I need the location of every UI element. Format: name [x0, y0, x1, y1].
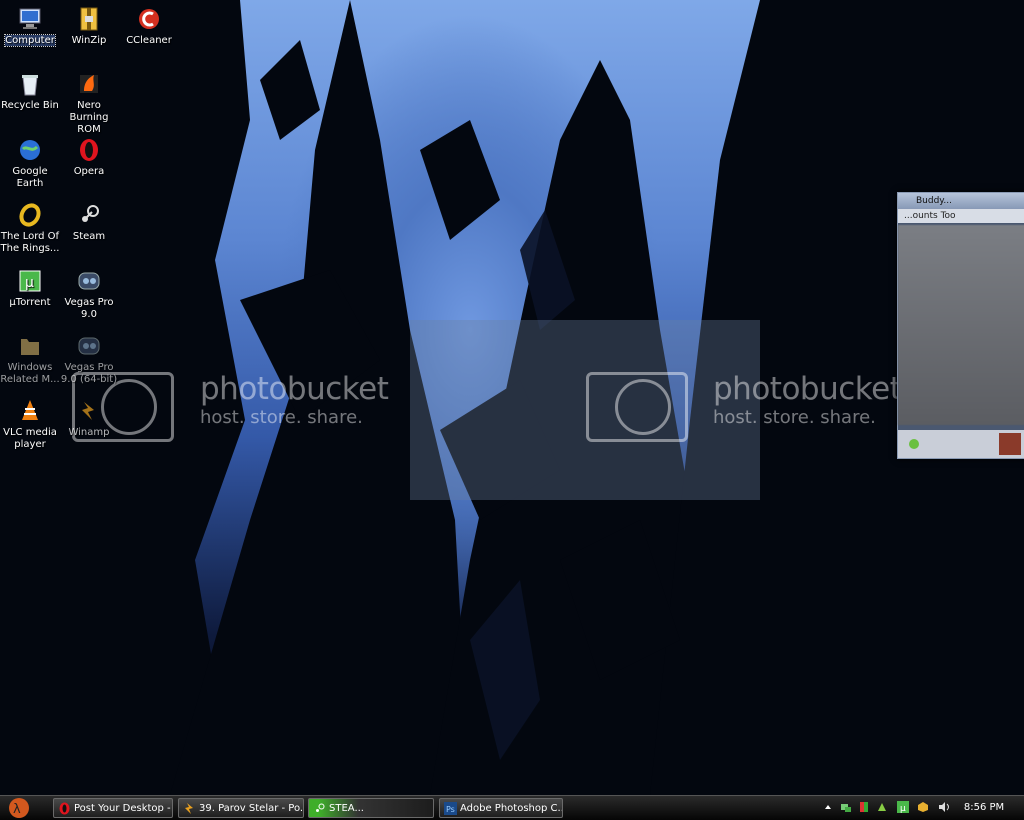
ccleaner-icon — [139, 9, 159, 29]
steam-icon — [316, 803, 325, 812]
opera-icon — [80, 139, 98, 161]
taskbar-button-steam[interactable]: STEA... — [308, 798, 434, 818]
desktop-icon-label: Steam — [72, 231, 106, 242]
taskbar-button-label: Adobe Photoshop C... — [460, 803, 563, 814]
taskbar-button-label: STEA... — [329, 803, 364, 814]
desktop-icon-vegas[interactable]: Vegas Pro 9.0 — [59, 268, 119, 321]
desktop-wallpaper: photobucket host. store. share. photobuc… — [0, 0, 1024, 795]
desktop-icon-label: Vegas Pro 9.0 (64-bit) — [60, 362, 118, 385]
desktop-icon-label: Windows Related M... — [0, 362, 60, 385]
desktop-icon-vegas-64[interactable]: Vegas Pro 9.0 (64-bit) — [59, 333, 119, 386]
nero-icon — [80, 75, 98, 93]
watermark-brand: photobucket — [713, 371, 902, 407]
buddy-window-menu-text: ...ounts Too — [904, 211, 956, 221]
desktop-icon-label: Opera — [73, 166, 105, 177]
desktop-icon-recycle-bin[interactable]: Recycle Bin — [0, 71, 60, 112]
svg-text:µ: µ — [900, 804, 906, 813]
winamp-icon — [82, 402, 94, 420]
desktop-icon-winzip[interactable]: WinZip — [59, 6, 119, 47]
taskbar-button-opera[interactable]: Post Your Desktop - ... — [53, 798, 173, 818]
winzip-icon — [80, 7, 98, 31]
desktop-icon-computer[interactable]: Computer — [0, 6, 60, 47]
svg-text:Ps: Ps — [446, 805, 455, 814]
buddy-list-window[interactable]: Buddy... ...ounts Too — [897, 192, 1024, 459]
buddy-list-content[interactable] — [898, 225, 1024, 425]
taskbar-button-label: 39. Parov Stelar - Po... — [199, 803, 304, 814]
desktop-icon-label: Vegas Pro 9.0 — [64, 297, 114, 320]
volume-icon[interactable] — [938, 801, 950, 813]
desktop-icon-nero[interactable]: Nero Burning ROM — [59, 71, 119, 136]
vegas-icon — [78, 272, 100, 290]
watermark-brand: photobucket — [200, 371, 389, 407]
svg-text:µ: µ — [25, 275, 34, 291]
status-available-icon[interactable] — [908, 438, 920, 450]
google-earth-icon — [20, 140, 40, 160]
computer-icon — [19, 8, 41, 29]
watermark-right: photobucket host. store. share. — [713, 371, 902, 428]
security-icon[interactable] — [858, 801, 870, 813]
desktop-icon-label: µTorrent — [9, 297, 51, 308]
desktop-icon-label: Google Earth — [12, 166, 48, 189]
package-icon[interactable] — [917, 801, 929, 813]
taskbar-button-photoshop[interactable]: Ps Adobe Photoshop C... — [439, 798, 563, 818]
desktop-icon-label: CCleaner — [126, 35, 172, 46]
utorrent-icon: µ — [19, 270, 41, 292]
recycle-bin-icon — [22, 75, 38, 96]
ring-icon — [19, 203, 41, 227]
desktop-icon-label: Computer — [4, 34, 56, 47]
desktop-icon-ccleaner[interactable]: CCleaner — [119, 6, 179, 47]
watermark-tagline: host. store. share. — [200, 407, 363, 428]
desktop-icon-label: Winamp — [68, 427, 110, 438]
start-button[interactable]: λ — [3, 797, 35, 819]
desktop-icon-label: Nero Burning ROM — [69, 100, 109, 135]
winamp-icon — [185, 803, 193, 814]
desktop-icon-utorrent[interactable]: µ µTorrent — [0, 268, 60, 309]
utorrent-icon[interactable]: µ — [897, 801, 909, 813]
watermark-tagline: host. store. share. — [713, 407, 876, 428]
watermark-left: photobucket host. store. share. — [200, 371, 389, 428]
buddy-window-title: Buddy... — [916, 196, 952, 206]
desktop-icon-label: Recycle Bin — [1, 100, 59, 111]
photoshop-icon: Ps — [444, 802, 457, 815]
desktop-icon-vlc[interactable]: VLC media player — [0, 398, 60, 451]
desktop-icon-winamp[interactable]: Winamp — [59, 398, 119, 439]
steam-icon — [82, 205, 99, 222]
svg-text:λ: λ — [13, 802, 21, 817]
opera-icon — [59, 802, 70, 815]
network-icon[interactable] — [840, 801, 852, 813]
buddy-window-menubar[interactable]: ...ounts Too — [898, 209, 1024, 223]
desktop-icon-label: VLC media player — [3, 427, 57, 450]
buddy-window-titlebar[interactable]: Buddy... — [898, 193, 1024, 209]
app-tray-icon[interactable] — [876, 801, 888, 813]
vegas-icon — [78, 337, 100, 355]
watermark-band — [410, 320, 760, 500]
camera-watermark-icon — [586, 372, 688, 442]
desktop-icon-steam[interactable]: Steam — [59, 202, 119, 243]
show-hidden-icons-icon[interactable] — [822, 801, 834, 813]
system-clock[interactable]: 8:56 PM — [960, 796, 1008, 820]
desktop-icon-opera[interactable]: Opera — [59, 137, 119, 178]
desktop-icon-lotr[interactable]: The Lord Of The Rings... — [0, 202, 60, 255]
taskbar-button-label: Post Your Desktop - ... — [74, 803, 173, 814]
desktop-icon-google-earth[interactable]: Google Earth — [0, 137, 60, 190]
desktop-icon-windows-folder[interactable]: Windows Related M... — [0, 333, 60, 386]
taskbar: λ Post Your Desktop - ... 39. Parov Stel… — [0, 795, 1024, 820]
taskbar-button-winamp[interactable]: 39. Parov Stelar - Po... — [178, 798, 304, 818]
buddy-window-status-bar[interactable] — [898, 430, 1024, 458]
desktop-icon-label: WinZip — [71, 35, 107, 46]
desktop-icon-label: The Lord Of The Rings... — [0, 231, 60, 254]
avatar[interactable] — [999, 433, 1021, 455]
folder-icon — [21, 339, 39, 355]
vlc-icon — [22, 400, 38, 420]
